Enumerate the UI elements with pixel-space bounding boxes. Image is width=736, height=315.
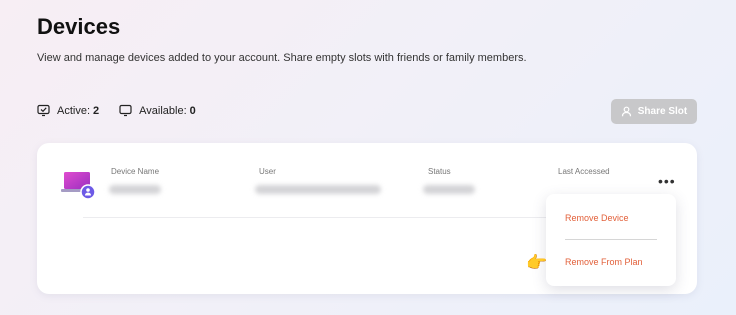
status-value xyxy=(423,185,475,194)
user-value xyxy=(255,185,381,194)
remove-device-option[interactable]: Remove Device xyxy=(565,213,629,223)
remove-from-plan-option[interactable]: Remove From Plan xyxy=(565,257,643,267)
user-icon xyxy=(621,106,631,117)
device-name-value xyxy=(109,185,161,194)
page-subtitle: View and manage devices added to your ac… xyxy=(37,52,527,64)
active-label: Active: xyxy=(57,104,91,117)
more-options-icon[interactable]: ••• xyxy=(658,174,676,188)
page-title: Devices xyxy=(37,14,121,39)
column-status: Status xyxy=(428,167,451,176)
share-slot-button[interactable]: Share Slot xyxy=(611,99,697,124)
column-user: User xyxy=(259,167,276,176)
device-actions-menu: Remove Device Remove From Plan xyxy=(546,194,676,286)
column-device-name: Device Name xyxy=(111,167,160,176)
share-slot-label: Share Slot xyxy=(637,106,688,117)
available-device-icon xyxy=(119,104,132,117)
pointing-hand-icon: 👉 xyxy=(526,253,548,272)
active-count: 2 xyxy=(93,104,100,117)
active-device-icon xyxy=(37,104,50,117)
laptop-icon xyxy=(61,172,96,200)
row-divider xyxy=(83,217,553,218)
available-count: 0 xyxy=(189,104,196,117)
active-stat: Active: 2 xyxy=(37,104,99,117)
available-stat: Available: 0 xyxy=(119,104,196,117)
menu-divider xyxy=(565,239,657,240)
device-stats: Active: 2 Available: 0 xyxy=(37,104,216,117)
column-last-accessed: Last Accessed xyxy=(558,167,610,176)
available-label: Available: xyxy=(139,104,187,117)
